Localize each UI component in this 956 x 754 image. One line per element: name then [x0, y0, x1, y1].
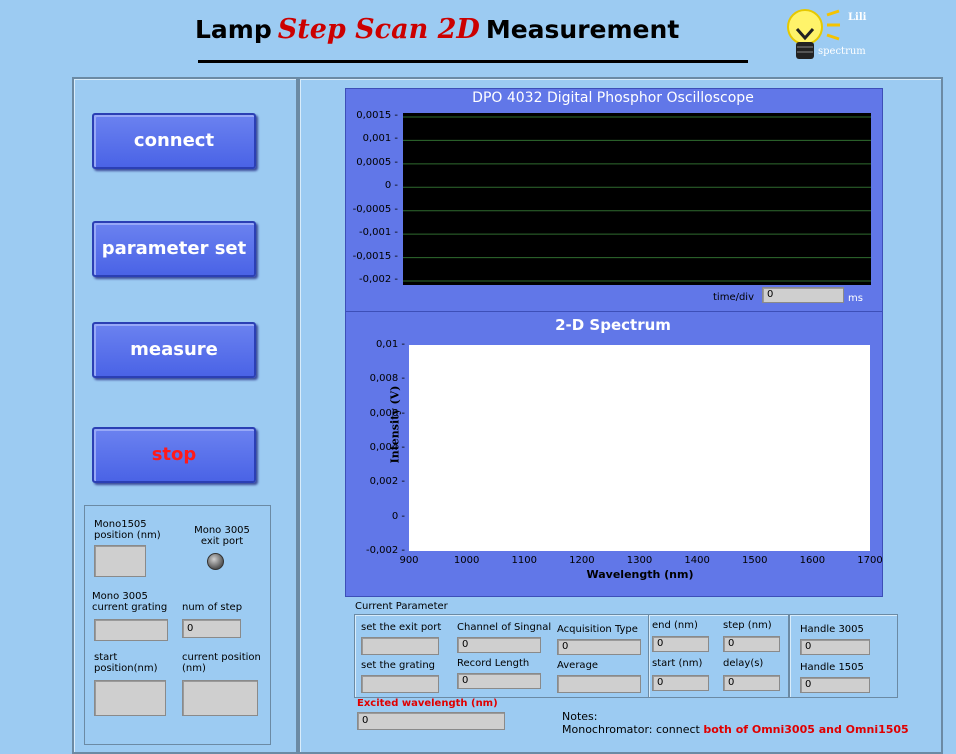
title-underline: [198, 60, 748, 63]
lightbulb-icon: [787, 9, 840, 59]
connect-button[interactable]: connect: [92, 113, 256, 169]
stop-button[interactable]: stop: [92, 427, 256, 483]
spectrum-y-tick-label: 0 -: [391, 510, 405, 522]
mono3005-grating-label: Mono 3005 current grating: [92, 591, 168, 613]
spectrum-x-tick-label: 1100: [511, 555, 537, 566]
spectrum-title: 2-D Spectrum: [555, 316, 671, 334]
channel-field: 0: [457, 637, 541, 653]
start-nm-field: 0: [652, 675, 709, 691]
spectrum-x-tick-label: 1500: [742, 555, 768, 566]
spectrum-y-tick-label: 0,01 -: [375, 339, 405, 350]
delay-label: delay(s): [723, 658, 764, 669]
spectrum-x-tick-label: 1300: [626, 555, 653, 566]
time-unit-label: ms: [848, 293, 863, 304]
title-step-scan: Step Scan 2D: [277, 14, 480, 45]
oscilloscope-title: DPO 4032 Digital Phosphor Oscilloscope: [472, 90, 754, 106]
current-parameter-label: Current Parameter: [355, 601, 448, 612]
grating-field: [361, 675, 439, 693]
mono1505-position-field: [94, 545, 146, 577]
time-div-field[interactable]: 0: [762, 287, 844, 303]
notes-highlight: both of Omni3005 and Omni1505: [703, 723, 909, 736]
handle-1505-field: 0: [800, 677, 870, 693]
exit-port-label: set the exit port: [361, 622, 442, 633]
title-lamp: Lamp: [195, 15, 272, 44]
average-label: Average: [557, 660, 599, 671]
spectrum-y-axis-label: Intensity (V): [388, 385, 402, 464]
handle-1505-label: Handle 1505: [800, 662, 864, 673]
mono3005-grating-field: [94, 619, 168, 641]
time-div-label: time/div: [713, 292, 755, 303]
notes-line: Monochromator: connect both of Omni3005 …: [562, 724, 909, 735]
start-position-field: [94, 680, 166, 716]
num-of-step-label: num of step: [182, 602, 243, 613]
spectrum-x-axis-label: Wavelength (nm): [586, 568, 694, 581]
end-nm-field: 0: [652, 636, 709, 652]
notes-prefix: Monochromator: connect: [562, 723, 704, 736]
oscilloscope-y-tick-label: -0,0005 -: [352, 203, 398, 215]
notes-label: Notes:: [562, 710, 598, 723]
handle-3005-label: Handle 3005: [800, 624, 864, 635]
grating-label: set the grating: [361, 660, 436, 671]
current-position-label: current position (nm): [182, 652, 261, 674]
spectrum-x-tick-label: 1000: [453, 555, 480, 566]
handle-3005-field: 0: [800, 639, 870, 655]
acquisition-type-label: Acquisition Type: [557, 624, 638, 635]
step-nm-label: step (nm): [723, 620, 772, 631]
end-nm-label: end (nm): [652, 620, 698, 631]
page-title: Lamp Step Scan 2D Measurement: [195, 14, 679, 45]
spectrum-x-tick-label: 1200: [569, 555, 595, 566]
spectrum-plot-area: [409, 345, 870, 551]
current-position-field: [182, 680, 258, 716]
oscilloscope-y-tick-label: 0,0005 -: [356, 156, 398, 168]
step-nm-field: 0: [723, 636, 780, 652]
start-nm-label: start (nm): [652, 658, 703, 669]
spectrum-x-tick-label: 1600: [799, 555, 826, 566]
record-length-field: 0: [457, 673, 541, 689]
delay-field: 0: [723, 675, 780, 691]
oscilloscope-y-tick-label: 0,001 -: [362, 133, 398, 145]
start-position-label: start position(nm): [94, 652, 158, 674]
exit-port-field: [361, 637, 439, 655]
oscilloscope-y-tick-label: -0,002 -: [358, 274, 398, 285]
oscilloscope-y-tick-label: 0 -: [384, 180, 398, 192]
excited-wavelength-field[interactable]: 0: [357, 712, 505, 730]
average-field: [557, 675, 641, 693]
exit-port-indicator-led: [207, 553, 224, 570]
oscilloscope-grid: [403, 116, 871, 282]
oscilloscope-plot-area: [403, 113, 871, 285]
acquisition-type-field: 0: [557, 639, 641, 655]
logo-text-spectrum: spectrum: [818, 46, 866, 57]
mono3005-exit-port-label: Mono 3005 exit port: [194, 525, 250, 547]
measure-button[interactable]: measure: [92, 322, 256, 378]
oscilloscope-y-tick-label: 0,0015 -: [356, 110, 398, 121]
oscilloscope-y-tick-label: -0,001 -: [358, 227, 398, 239]
num-of-step-field: 0: [182, 619, 241, 638]
oscilloscope-y-tick-label: -0,0015 -: [352, 250, 398, 262]
excited-wavelength-label: Excited wavelength (nm): [357, 698, 498, 709]
title-measurement: Measurement: [485, 15, 680, 44]
spectrum-x-tick-label: 1700: [857, 555, 883, 566]
spectrum-x-tick-label: 900: [399, 555, 419, 566]
logo-text-lili: Lili: [848, 12, 867, 23]
spectrum-x-tick-label: 1400: [684, 555, 710, 566]
mono1505-position-label: Mono1505 position (nm): [94, 519, 161, 541]
parameter-set-button[interactable]: parameter set: [92, 221, 256, 277]
record-length-label: Record Length: [457, 658, 530, 669]
channel-label: Channel of Singnal: [457, 622, 552, 633]
